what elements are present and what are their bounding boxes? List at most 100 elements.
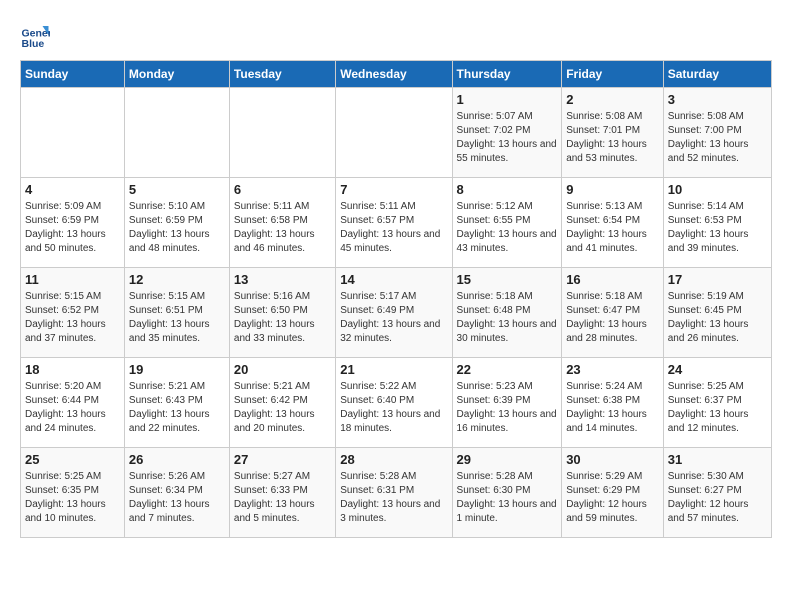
day-info: Sunrise: 5:30 AMSunset: 6:27 PMDaylight:… [668,470,767,526]
day-number: 19 [129,362,225,377]
day-info: Sunrise: 5:18 AMSunset: 6:48 PMDaylight:… [457,290,558,346]
day-info: Sunrise: 5:25 AMSunset: 6:37 PMDaylight:… [668,380,767,436]
calendar-cell: 9Sunrise: 5:13 AMSunset: 6:54 PMDaylight… [562,178,664,268]
weekday-header-saturday: Saturday [663,61,771,88]
day-info: Sunrise: 5:21 AMSunset: 6:43 PMDaylight:… [129,380,225,436]
calendar-cell [21,88,125,178]
day-number: 4 [25,182,120,197]
day-number: 22 [457,362,558,377]
calendar-body: 1 Sunrise: 5:07 AMSunset: 7:02 PMDaylight… [21,88,772,538]
day-number: 7 [340,182,447,197]
day-info: Sunrise: 5:15 AMSunset: 6:52 PMDaylight:… [25,290,120,346]
day-info: Sunrise: 5:28 AMSunset: 6:30 PMDaylight:… [457,470,558,526]
calendar-cell: 23 Sunrise: 5:24 AMSunset: 6:38 PMDayligh… [562,358,664,448]
day-number: 18 [25,362,120,377]
day-number: 16 [566,272,659,287]
calendar-cell: 21Sunrise: 5:22 AMSunset: 6:40 PMDayligh… [336,358,452,448]
calendar-cell: 26 Sunrise: 5:26 AMSunset: 6:34 PMDayligh… [124,448,229,538]
weekday-header-wednesday: Wednesday [336,61,452,88]
day-number: 27 [234,452,331,467]
calendar-week-row: 18 Sunrise: 5:20 AMSunset: 6:44 PMDayligh… [21,358,772,448]
calendar-header-row: SundayMondayTuesdayWednesdayThursdayFrid… [21,61,772,88]
day-number: 23 [566,362,659,377]
weekday-header-sunday: Sunday [21,61,125,88]
calendar-cell: 13 Sunrise: 5:16 AMSunset: 6:50 PMDayligh… [229,268,335,358]
weekday-header-thursday: Thursday [452,61,562,88]
day-number: 5 [129,182,225,197]
calendar-cell [229,88,335,178]
calendar-week-row: 11 Sunrise: 5:15 AMSunset: 6:52 PMDayligh… [21,268,772,358]
weekday-header-friday: Friday [562,61,664,88]
day-info: Sunrise: 5:29 AMSunset: 6:29 PMDaylight:… [566,470,659,526]
day-info: Sunrise: 5:26 AMSunset: 6:34 PMDaylight:… [129,470,225,526]
day-info: Sunrise: 5:27 AMSunset: 6:33 PMDaylight:… [234,470,331,526]
day-info: Sunrise: 5:11 AMSunset: 6:57 PMDaylight:… [340,200,447,256]
day-number: 20 [234,362,331,377]
day-number: 31 [668,452,767,467]
calendar-cell: 7 Sunrise: 5:11 AMSunset: 6:57 PMDaylight… [336,178,452,268]
calendar-cell: 22 Sunrise: 5:23 AMSunset: 6:39 PMDayligh… [452,358,562,448]
day-number: 13 [234,272,331,287]
calendar-cell: 10Sunrise: 5:14 AMSunset: 6:53 PMDayligh… [663,178,771,268]
day-number: 29 [457,452,558,467]
calendar-week-row: 1 Sunrise: 5:07 AMSunset: 7:02 PMDaylight… [21,88,772,178]
day-number: 10 [668,182,767,197]
calendar-cell: 8 Sunrise: 5:12 AMSunset: 6:55 PMDaylight… [452,178,562,268]
weekday-header-monday: Monday [124,61,229,88]
day-number: 12 [129,272,225,287]
day-number: 26 [129,452,225,467]
day-number: 8 [457,182,558,197]
day-info: Sunrise: 5:16 AMSunset: 6:50 PMDaylight:… [234,290,331,346]
calendar-cell: 29 Sunrise: 5:28 AMSunset: 6:30 PMDayligh… [452,448,562,538]
calendar-cell: 12 Sunrise: 5:15 AMSunset: 6:51 PMDayligh… [124,268,229,358]
day-number: 15 [457,272,558,287]
day-number: 30 [566,452,659,467]
day-info: Sunrise: 5:23 AMSunset: 6:39 PMDaylight:… [457,380,558,436]
day-number: 3 [668,92,767,107]
day-number: 17 [668,272,767,287]
calendar-week-row: 4 Sunrise: 5:09 AMSunset: 6:59 PMDaylight… [21,178,772,268]
day-number: 28 [340,452,447,467]
calendar-cell: 20 Sunrise: 5:21 AMSunset: 6:42 PMDayligh… [229,358,335,448]
calendar-cell: 3 Sunrise: 5:08 AMSunset: 7:00 PMDaylight… [663,88,771,178]
calendar-cell: 28Sunrise: 5:28 AMSunset: 6:31 PMDayligh… [336,448,452,538]
day-info: Sunrise: 5:09 AMSunset: 6:59 PMDaylight:… [25,200,120,256]
day-info: Sunrise: 5:12 AMSunset: 6:55 PMDaylight:… [457,200,558,256]
calendar-cell: 27 Sunrise: 5:27 AMSunset: 6:33 PMDayligh… [229,448,335,538]
calendar-cell: 2Sunrise: 5:08 AMSunset: 7:01 PMDaylight… [562,88,664,178]
page-header: General Blue [20,20,772,50]
day-info: Sunrise: 5:08 AMSunset: 7:00 PMDaylight:… [668,110,767,166]
day-info: Sunrise: 5:20 AMSunset: 6:44 PMDaylight:… [25,380,120,436]
calendar-cell: 18 Sunrise: 5:20 AMSunset: 6:44 PMDayligh… [21,358,125,448]
day-info: Sunrise: 5:15 AMSunset: 6:51 PMDaylight:… [129,290,225,346]
day-number: 1 [457,92,558,107]
day-info: Sunrise: 5:24 AMSunset: 6:38 PMDaylight:… [566,380,659,436]
calendar-week-row: 25Sunrise: 5:25 AMSunset: 6:35 PMDayligh… [21,448,772,538]
calendar-cell [336,88,452,178]
calendar-cell: 30 Sunrise: 5:29 AMSunset: 6:29 PMDayligh… [562,448,664,538]
calendar-cell: 31 Sunrise: 5:30 AMSunset: 6:27 PMDayligh… [663,448,771,538]
calendar-cell: 17Sunrise: 5:19 AMSunset: 6:45 PMDayligh… [663,268,771,358]
day-number: 9 [566,182,659,197]
calendar-cell: 14Sunrise: 5:17 AMSunset: 6:49 PMDayligh… [336,268,452,358]
day-number: 6 [234,182,331,197]
svg-text:Blue: Blue [22,38,45,50]
calendar-cell: 24Sunrise: 5:25 AMSunset: 6:37 PMDayligh… [663,358,771,448]
calendar-cell: 19 Sunrise: 5:21 AMSunset: 6:43 PMDayligh… [124,358,229,448]
calendar-cell: 6 Sunrise: 5:11 AMSunset: 6:58 PMDaylight… [229,178,335,268]
day-info: Sunrise: 5:10 AMSunset: 6:59 PMDaylight:… [129,200,225,256]
logo: General Blue [20,20,54,50]
day-info: Sunrise: 5:25 AMSunset: 6:35 PMDaylight:… [25,470,120,526]
day-info: Sunrise: 5:11 AMSunset: 6:58 PMDaylight:… [234,200,331,256]
weekday-header-tuesday: Tuesday [229,61,335,88]
calendar-table: SundayMondayTuesdayWednesdayThursdayFrid… [20,60,772,538]
calendar-cell: 11 Sunrise: 5:15 AMSunset: 6:52 PMDayligh… [21,268,125,358]
day-info: Sunrise: 5:21 AMSunset: 6:42 PMDaylight:… [234,380,331,436]
calendar-cell: 15 Sunrise: 5:18 AMSunset: 6:48 PMDayligh… [452,268,562,358]
calendar-cell: 5 Sunrise: 5:10 AMSunset: 6:59 PMDaylight… [124,178,229,268]
calendar-cell: 1 Sunrise: 5:07 AMSunset: 7:02 PMDaylight… [452,88,562,178]
calendar-cell: 25Sunrise: 5:25 AMSunset: 6:35 PMDayligh… [21,448,125,538]
day-info: Sunrise: 5:07 AMSunset: 7:02 PMDaylight:… [457,110,558,166]
day-info: Sunrise: 5:08 AMSunset: 7:01 PMDaylight:… [566,110,659,166]
day-number: 11 [25,272,120,287]
